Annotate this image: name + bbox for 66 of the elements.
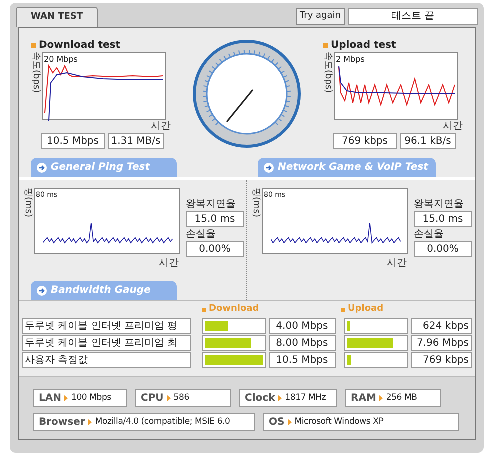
axis-label: 속도(bps) <box>323 52 332 96</box>
scale-label: 20 Mbps <box>44 54 78 66</box>
info-label: RAM <box>351 392 376 406</box>
bytes-value: 1.31 MB/s <box>108 133 164 149</box>
loss-value: 0.00% <box>186 241 244 257</box>
scale-label: 2 Mbps <box>336 54 365 66</box>
upload-value: 624 kbps <box>410 318 472 334</box>
time-label: 시간 <box>387 257 408 270</box>
rate-value: 769 kbps <box>333 133 397 149</box>
latency-label: 왕복지연율 <box>186 198 237 211</box>
try-again-button[interactable]: Try again <box>296 8 345 25</box>
loss-label: 손실율 <box>186 228 217 241</box>
bytes-value: 96.1 kB/s <box>400 133 456 149</box>
info-value: Mozilla/4.0 (compatible; MSIE 6.0 <box>95 416 230 428</box>
plan-name: 사용자 측정값 <box>22 352 191 368</box>
chart-title: Upload test <box>331 38 396 52</box>
info-label: LAN <box>39 392 62 406</box>
triangle-icon <box>166 394 171 402</box>
loss-label: 손실율 <box>414 228 445 241</box>
axis-label: 핑(ms) <box>251 188 260 220</box>
triangle-icon <box>379 394 384 402</box>
triangle-icon <box>288 418 292 426</box>
chart-title: Download test <box>39 38 121 52</box>
info-label: Browser <box>39 416 86 430</box>
info-value: 1817 MHz <box>285 392 326 404</box>
download-value: 8.00 Mbps <box>268 334 336 350</box>
section-tab[interactable]: General Ping Test <box>31 158 177 177</box>
arrow-icon <box>264 162 274 172</box>
triangle-icon <box>64 394 68 402</box>
upload-value: 7.96 Mbps <box>410 334 472 350</box>
time-label: 시간 <box>151 120 171 133</box>
download-value: 4.00 Mbps <box>268 318 336 334</box>
latency-value: 15.0 ms <box>186 211 244 227</box>
info-value: 100 Mbps <box>71 392 112 404</box>
info-value: Microsoft Windows XP <box>294 416 384 428</box>
rate-value: 10.5 Mbps <box>41 133 105 149</box>
info-label: Clock <box>245 392 276 406</box>
upload-value: 769 kbps <box>410 352 472 368</box>
bullet-icon <box>202 308 206 312</box>
bullet-icon <box>341 308 345 312</box>
triangle-icon <box>88 418 92 426</box>
section-tab[interactable]: Bandwidth Gauge <box>31 281 177 300</box>
info-value: 256 MB <box>386 392 418 404</box>
arrow-icon <box>37 286 47 296</box>
latency-value: 15.0 ms <box>414 211 472 227</box>
time-label: 시간 <box>443 120 463 133</box>
loss-value: 0.00% <box>414 241 472 257</box>
column-header: Upload <box>348 303 384 316</box>
status-field: 테스트 끝 <box>348 8 478 25</box>
arrow-icon <box>37 162 47 172</box>
axis-label: 속도(bps) <box>31 52 40 96</box>
time-label: 시간 <box>159 257 180 270</box>
bullet-icon <box>323 42 328 48</box>
section-tab[interactable]: Network Game & VoIP Test <box>258 158 436 177</box>
plan-name: 두루넷 케이블 인터넷 프리미엄 평 <box>22 318 191 334</box>
bullet-icon <box>31 42 36 48</box>
plan-name: 두루넷 케이블 인터넷 프리미엄 최 <box>22 334 191 350</box>
info-value: 586 <box>174 392 190 404</box>
download-value: 10.5 Mbps <box>268 352 336 368</box>
axis-label: 핑(ms) <box>23 188 32 220</box>
info-label: OS <box>269 416 285 430</box>
info-label: CPU <box>141 392 164 406</box>
latency-label: 왕복지연율 <box>414 198 465 211</box>
triangle-icon <box>278 394 282 402</box>
wan-test-tab[interactable]: WAN TEST <box>16 7 98 27</box>
column-header: Download <box>209 303 260 316</box>
